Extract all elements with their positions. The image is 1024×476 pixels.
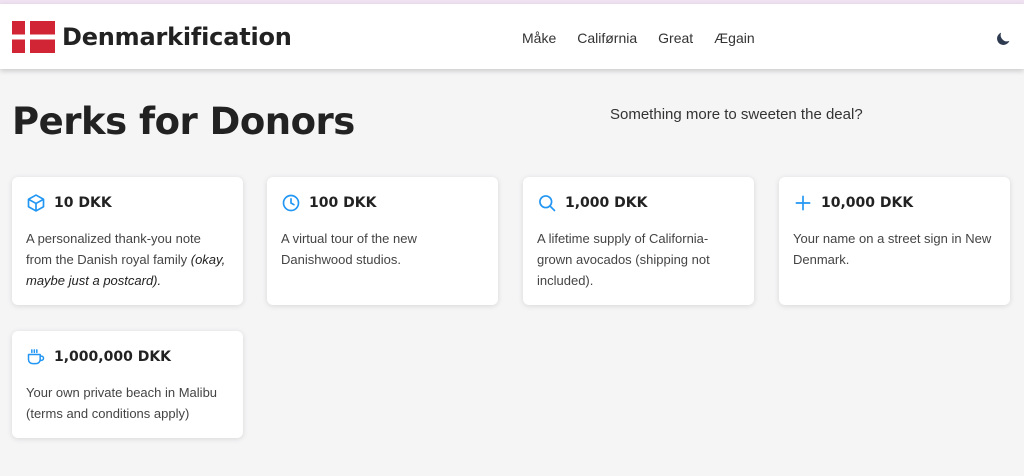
perk-card-header: 100 DKK	[281, 193, 484, 213]
perk-card-header: 1,000,000 DKK	[26, 347, 229, 367]
perk-card-header: 10,000 DKK	[793, 193, 996, 213]
nav-links: Måke Califørnia Great Ægain	[522, 30, 755, 46]
moon-icon[interactable]	[994, 30, 1012, 48]
danish-flag-logo[interactable]	[12, 21, 55, 53]
perk-description: Your name on a street sign in New Denmar…	[793, 231, 992, 267]
page-title: Perks for Donors	[12, 100, 355, 143]
perk-amount: 1,000,000 DKK	[54, 349, 172, 365]
perk-description: A virtual tour of the new Danishwood stu…	[281, 231, 417, 267]
cube-icon	[27, 194, 45, 212]
perk-card: 100 DKK A virtual tour of the new Danish…	[267, 177, 498, 305]
navbar: Denmarkification Måke Califørnia Great Æ…	[0, 4, 1024, 69]
plus-icon	[795, 195, 811, 211]
clock-icon	[282, 194, 300, 212]
perk-text: A personalized thank-you note from the D…	[26, 231, 201, 267]
perk-card: 10 DKK A personalized thank-you note fro…	[12, 177, 243, 305]
search-icon	[539, 195, 556, 212]
perk-card-header: 10 DKK	[26, 193, 229, 213]
perk-card: 1,000 DKK A lifetime supply of Californi…	[523, 177, 754, 305]
perk-card: 1,000,000 DKK Your own private beach in …	[12, 331, 243, 438]
brand-name[interactable]: Denmarkification	[62, 23, 292, 51]
perk-amount: 1,000 DKK	[565, 195, 648, 211]
perk-card: 10,000 DKK Your name on a street sign in…	[779, 177, 1010, 305]
perk-description: A personalized thank-you note from the D…	[26, 228, 229, 291]
perk-amount: 10,000 DKK	[821, 195, 914, 211]
nav-link-california[interactable]: Califørnia	[577, 30, 637, 46]
nav-link-again[interactable]: Ægain	[714, 30, 754, 46]
perk-card-header: 1,000 DKK	[537, 193, 740, 213]
perk-description: A lifetime supply of California-grown av…	[537, 231, 710, 288]
coffee-cup-icon	[27, 349, 45, 365]
nav-link-make[interactable]: Måke	[522, 30, 556, 46]
perk-description: Your own private beach in Malibu (terms …	[26, 385, 218, 421]
nav-link-great[interactable]: Great	[658, 30, 693, 46]
perk-amount: 10 DKK	[54, 195, 112, 211]
perk-amount: 100 DKK	[309, 195, 377, 211]
page-subtitle: Something more to sweeten the deal?	[610, 106, 863, 123]
